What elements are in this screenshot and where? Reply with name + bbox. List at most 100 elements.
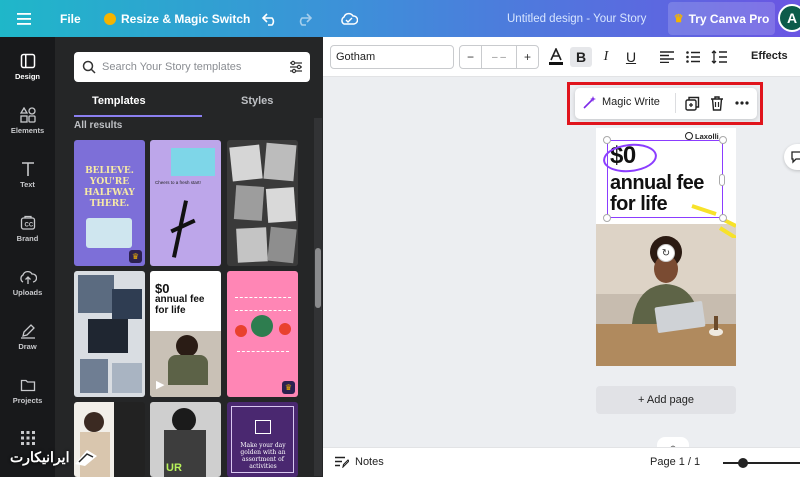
watermark-text: ایرانیکارت bbox=[10, 448, 70, 465]
menu-icon[interactable] bbox=[17, 0, 31, 37]
rail-label: Text bbox=[20, 180, 35, 189]
draw-icon bbox=[20, 324, 35, 339]
template-thumb[interactable]: ♛ bbox=[227, 271, 298, 397]
zoom-slider[interactable] bbox=[723, 462, 800, 464]
thumb-headline: $0 annual fee for life bbox=[155, 281, 205, 316]
rail-label: Uploads bbox=[12, 288, 43, 297]
svg-text:CC: CC bbox=[24, 223, 33, 229]
template-thumb[interactable] bbox=[74, 271, 145, 397]
resize-handle[interactable] bbox=[719, 214, 727, 222]
brand-icon: CC bbox=[20, 215, 35, 230]
design-icon bbox=[20, 53, 35, 69]
resize-handle[interactable] bbox=[719, 174, 725, 186]
template-thumb[interactable]: UR bbox=[150, 402, 221, 477]
comment-icon bbox=[791, 151, 800, 164]
uploads-icon bbox=[19, 270, 37, 284]
resize-handle[interactable] bbox=[719, 136, 727, 144]
footer-bar: Notes Page 1 / 1 bbox=[323, 447, 800, 477]
font-family-select[interactable]: Gotham bbox=[330, 45, 454, 69]
font-size-stepper[interactable]: − – – + bbox=[459, 45, 539, 69]
avatar[interactable]: A bbox=[778, 4, 800, 32]
elements-icon bbox=[19, 107, 36, 123]
bold-button[interactable]: B bbox=[570, 47, 592, 67]
magic-switch-button[interactable]: Resize & Magic Switch bbox=[104, 0, 250, 37]
rail-item-draw[interactable]: Draw bbox=[0, 323, 55, 351]
line-spacing-icon[interactable] bbox=[708, 47, 730, 67]
search-icon bbox=[82, 60, 96, 74]
watermark: ایرانیکارت bbox=[10, 442, 105, 472]
resize-handle[interactable] bbox=[603, 136, 611, 144]
magic-switch-label: Resize & Magic Switch bbox=[121, 11, 251, 26]
rail-label: Design bbox=[14, 72, 40, 81]
rail-item-elements[interactable]: Elements bbox=[0, 107, 55, 135]
top-bar: File Resize & Magic Switch Untitled desi… bbox=[0, 0, 800, 37]
thumb-caption: Cheers to a fresh start! bbox=[155, 180, 201, 185]
add-page-button[interactable]: + Add page bbox=[596, 386, 736, 414]
template-search[interactable]: Search Your Story templates bbox=[74, 52, 310, 82]
resize-handle[interactable] bbox=[603, 214, 611, 222]
template-thumb[interactable]: Cheers to a fresh start! bbox=[150, 140, 221, 266]
thumb-text: Make your day golden with an assortment … bbox=[240, 442, 286, 470]
notes-button[interactable]: Notes bbox=[335, 456, 384, 468]
crown-icon: ♛ bbox=[282, 381, 295, 394]
font-family-value: Gotham bbox=[336, 51, 376, 63]
notes-label: Notes bbox=[355, 456, 384, 468]
bullet-list-icon[interactable] bbox=[682, 47, 704, 67]
rail-item-projects[interactable]: Projects bbox=[0, 377, 55, 405]
text-toolbar: Gotham − – – + B I U Effects bbox=[323, 37, 800, 77]
left-rail: Design Elements Text CC Brand Uploads Dr… bbox=[0, 37, 55, 477]
crown-icon: ♛ bbox=[673, 13, 684, 25]
notes-icon bbox=[335, 456, 349, 468]
rail-label: Elements bbox=[10, 126, 45, 135]
filter-icon[interactable] bbox=[289, 60, 303, 74]
thumb-photo bbox=[171, 148, 215, 176]
italic-button[interactable]: I bbox=[595, 47, 617, 67]
tab-styles[interactable]: Styles bbox=[241, 95, 273, 107]
tab-templates[interactable]: Templates bbox=[92, 95, 146, 107]
page-count[interactable]: Page 1 / 1 bbox=[650, 456, 700, 468]
highlight-box bbox=[567, 82, 763, 125]
align-left-icon[interactable] bbox=[656, 47, 678, 67]
cloud-save-icon[interactable] bbox=[340, 0, 358, 37]
size-increase-button[interactable]: + bbox=[516, 46, 538, 68]
effects-button[interactable]: Effects bbox=[751, 50, 788, 62]
rail-item-text[interactable]: Text bbox=[0, 161, 55, 189]
rail-item-uploads[interactable]: Uploads bbox=[0, 269, 55, 297]
rotate-icon[interactable]: ↻ bbox=[657, 244, 675, 262]
crown-icon bbox=[104, 12, 116, 25]
rail-label: Draw bbox=[18, 342, 37, 351]
brand-logo-icon bbox=[685, 132, 693, 140]
file-menu-button[interactable]: File bbox=[60, 0, 81, 37]
underline-button[interactable]: U bbox=[620, 47, 642, 67]
rail-item-design[interactable]: Design bbox=[0, 53, 55, 81]
zoom-slider-handle[interactable] bbox=[738, 458, 748, 468]
rail-label: Projects bbox=[12, 396, 43, 405]
text-color-button[interactable] bbox=[545, 47, 567, 67]
rail-label: Brand bbox=[16, 234, 39, 243]
text-icon bbox=[21, 162, 34, 176]
text-selection-box[interactable] bbox=[607, 140, 723, 218]
rail-item-brand[interactable]: CC Brand bbox=[0, 215, 55, 243]
template-thumb[interactable] bbox=[227, 140, 298, 266]
template-thumb[interactable]: Make your day golden with an assortment … bbox=[227, 402, 298, 477]
thumb-text: BELIEVE. YOU'RE HALFWAY THERE. bbox=[84, 166, 135, 209]
results-label: All results bbox=[74, 120, 123, 131]
try-canva-pro-button[interactable]: ♛ Try Canva Pro bbox=[668, 2, 775, 35]
design-title[interactable]: Untitled design - Your Story bbox=[507, 0, 646, 37]
redo-icon[interactable] bbox=[296, 0, 312, 37]
active-tab-indicator bbox=[74, 115, 202, 117]
play-icon: ▶ bbox=[156, 379, 165, 391]
text-color-icon bbox=[549, 48, 563, 65]
star-shape bbox=[170, 200, 196, 258]
size-decrease-button[interactable]: − bbox=[460, 46, 482, 68]
watermark-logo-icon bbox=[75, 450, 98, 466]
cassette-image bbox=[86, 218, 132, 248]
search-placeholder[interactable]: Search Your Story templates bbox=[102, 61, 241, 73]
template-thumb[interactable]: BELIEVE. YOU'RE HALFWAY THERE. ♛ bbox=[74, 140, 145, 266]
undo-icon[interactable] bbox=[262, 0, 278, 37]
template-thumb[interactable]: $0 annual fee for life ▶ bbox=[150, 271, 221, 397]
try-pro-label: Try Canva Pro bbox=[688, 11, 770, 26]
projects-icon bbox=[20, 379, 35, 392]
crown-icon: ♛ bbox=[129, 250, 142, 263]
font-size-input[interactable]: – – bbox=[482, 46, 516, 68]
